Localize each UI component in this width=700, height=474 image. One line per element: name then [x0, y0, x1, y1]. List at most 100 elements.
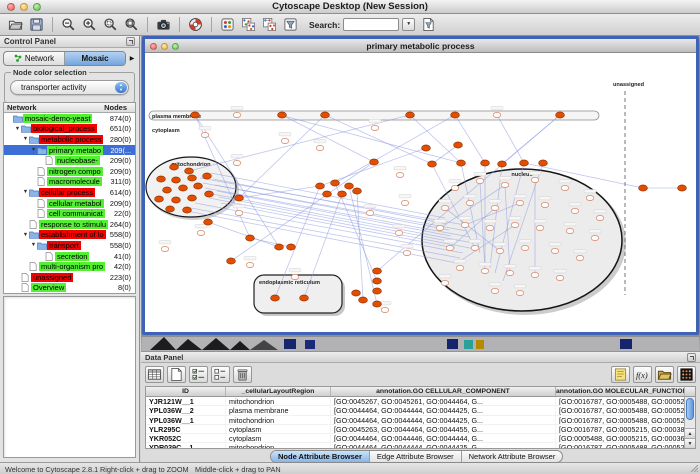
tab-network[interactable]: Network: [4, 52, 65, 65]
filter-icon[interactable]: [280, 15, 301, 34]
network-node-small[interactable]: [561, 185, 569, 190]
network-node-small[interactable]: [531, 272, 539, 277]
network-node[interactable]: [373, 278, 382, 284]
network-node-small[interactable]: [395, 230, 403, 235]
network-node[interactable]: [373, 288, 382, 294]
table-row[interactable]: YLR295Ccytoplasm[GO:0045263, GO:0044464,…: [146, 425, 695, 434]
network-edge[interactable]: [410, 115, 461, 163]
table-row[interactable]: YJR121W__1mitochondrion[GO:0045267, GO:0…: [146, 397, 695, 406]
network-node-small[interactable]: [291, 274, 299, 279]
matrix-icon[interactable]: [677, 366, 696, 383]
network-node[interactable]: [338, 191, 347, 197]
network-node-small[interactable]: [281, 138, 289, 143]
network-node-small[interactable]: [403, 250, 411, 255]
tree-item-establishment-of-lo[interactable]: ▼establishment of lo558(0): [4, 230, 135, 241]
network-node-small[interactable]: [551, 248, 559, 253]
vizmapper-icon[interactable]: [217, 15, 238, 34]
network-node-small[interactable]: [197, 230, 205, 235]
network-node[interactable]: [271, 295, 280, 301]
network-edge[interactable]: [497, 115, 524, 163]
network-node[interactable]: [331, 180, 340, 186]
network-node[interactable]: [191, 112, 200, 118]
network-node-small[interactable]: [516, 290, 524, 295]
network-edge[interactable]: [335, 115, 455, 183]
network-node[interactable]: [179, 185, 188, 191]
network-node-small[interactable]: [571, 208, 579, 213]
network-node[interactable]: [275, 244, 284, 250]
network-edge[interactable]: [239, 115, 325, 198]
network-node-small[interactable]: [496, 248, 504, 253]
network-node[interactable]: [188, 195, 197, 201]
network-node-small[interactable]: [316, 145, 324, 150]
tree-item-cell-communicat[interactable]: cell communicat22(0): [4, 208, 135, 219]
network-node-small[interactable]: [576, 255, 584, 260]
search-input[interactable]: [343, 18, 399, 31]
network-node[interactable]: [170, 164, 179, 170]
network-node-small[interactable]: [371, 125, 379, 130]
network-node[interactable]: [406, 112, 415, 118]
network-edge[interactable]: [213, 179, 447, 224]
network-edge[interactable]: [250, 238, 291, 247]
network-node[interactable]: [300, 295, 309, 301]
zoom-fit-icon[interactable]: [121, 15, 142, 34]
disclosure-triangle-icon[interactable]: ▼: [22, 136, 29, 142]
help-icon[interactable]: [185, 15, 206, 34]
network-node[interactable]: [556, 112, 565, 118]
tree-item-nitrogen-compo[interactable]: nitrogen compo209(0): [4, 166, 135, 177]
network-node[interactable]: [157, 176, 166, 182]
network-node-small[interactable]: [536, 225, 544, 230]
network-node[interactable]: [183, 207, 192, 213]
tree-item-mosaic-demo-yeast[interactable]: mosaic-demo-yeast874(0): [4, 113, 135, 124]
scroll-up-button[interactable]: ▲: [685, 428, 695, 438]
float-panel-icon[interactable]: [126, 37, 135, 46]
network-node-small[interactable]: [506, 270, 514, 275]
network-minimize-button[interactable]: [161, 43, 168, 50]
network-node[interactable]: [204, 219, 213, 225]
network-node-small[interactable]: [521, 245, 529, 250]
network-node[interactable]: [205, 191, 214, 197]
tree-item-secretion[interactable]: secretion41(0): [4, 251, 135, 262]
network-zoom-button[interactable]: [172, 43, 179, 50]
network-node-small[interactable]: [596, 215, 604, 220]
select-attributes-icon[interactable]: [189, 366, 208, 383]
network-edge[interactable]: [455, 115, 485, 163]
network-node-small[interactable]: [161, 246, 169, 251]
network-node-small[interactable]: [401, 200, 409, 205]
tab-mosaic[interactable]: Mosaic: [65, 52, 125, 65]
network-node-small[interactable]: [491, 288, 499, 293]
column-header-1[interactable]: ID: [146, 387, 226, 396]
network-node[interactable]: [227, 258, 236, 264]
network-window-titlebar[interactable]: primary metabolic process: [145, 39, 696, 53]
network-node[interactable]: [520, 160, 529, 166]
table-row[interactable]: YDR039C__1mitochondrion[GO:0044464, GO:0…: [146, 443, 695, 449]
tree-item-primary-metabo[interactable]: ▼primary metabo209(...: [4, 145, 135, 156]
network-node[interactable]: [172, 177, 181, 183]
network-node[interactable]: [428, 161, 437, 167]
network-node-small[interactable]: [446, 245, 454, 250]
network-copy-2-icon[interactable]: [259, 15, 280, 34]
network-node[interactable]: [246, 235, 255, 241]
network-node[interactable]: [172, 197, 181, 203]
column-header-3[interactable]: annotation.GO CELLULAR_COMPONENT: [331, 387, 556, 396]
zoom-in-icon[interactable]: [79, 15, 100, 34]
network-node-small[interactable]: [511, 222, 519, 227]
data-panel-float-icon[interactable]: [687, 353, 696, 362]
network-close-button[interactable]: [150, 43, 157, 50]
disclosure-triangle-icon[interactable]: ▼: [30, 147, 37, 153]
region-plasma-membrane[interactable]: [149, 111, 599, 120]
disclosure-triangle-icon[interactable]: ▼: [22, 232, 29, 238]
network-node-small[interactable]: [481, 268, 489, 273]
network-copy-icon[interactable]: [238, 15, 259, 34]
network-node-small[interactable]: [476, 178, 484, 183]
network-node-small[interactable]: [381, 307, 389, 312]
tree-item-metabolic-process[interactable]: ▼metabolic process280(0): [4, 134, 135, 145]
network-node[interactable]: [481, 160, 490, 166]
network-edge[interactable]: [221, 203, 455, 248]
network-node[interactable]: [155, 196, 164, 202]
network-node-small[interactable]: [436, 225, 444, 230]
network-node-small[interactable]: [396, 172, 404, 177]
tree-item-multi-organism-pro[interactable]: multi-organism pro42(0): [4, 261, 135, 272]
network-node-small[interactable]: [486, 225, 494, 230]
network-node[interactable]: [352, 290, 361, 296]
network-node-small[interactable]: [491, 205, 499, 210]
